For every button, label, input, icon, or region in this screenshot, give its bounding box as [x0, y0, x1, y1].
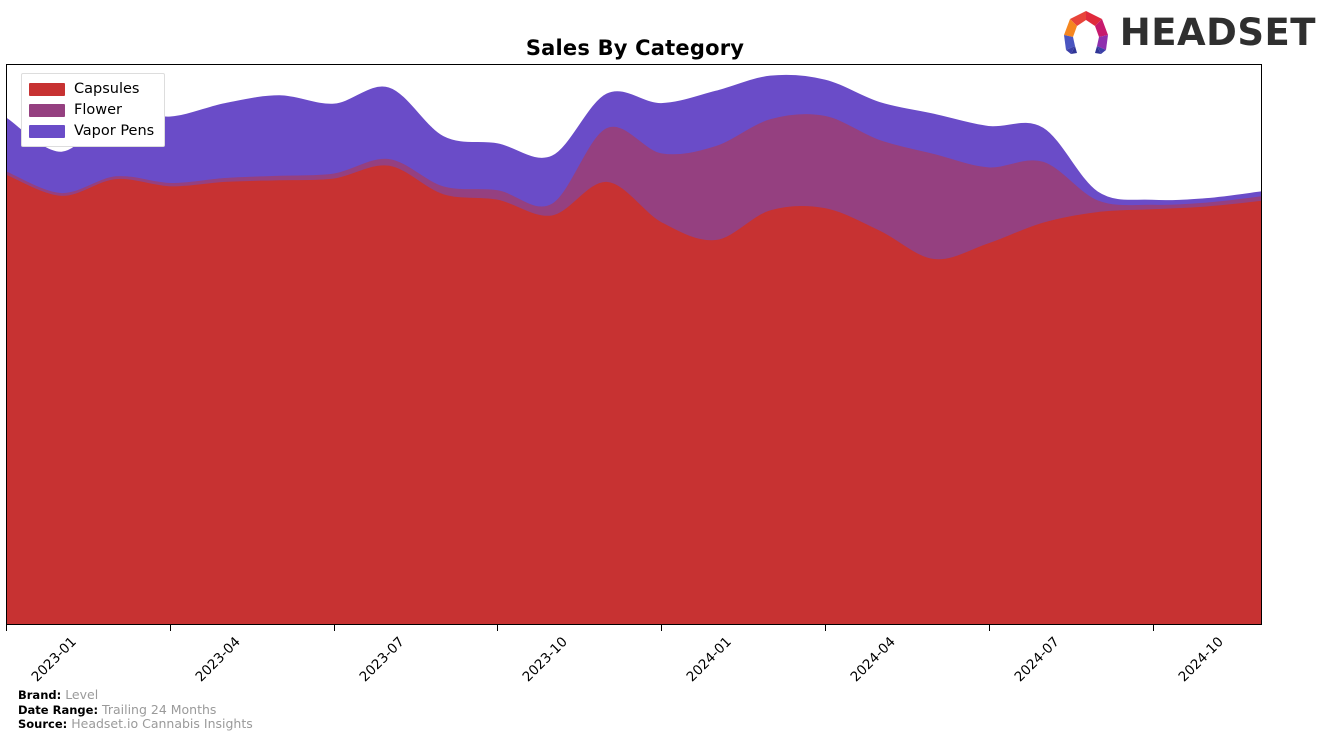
x-axis-tick-label: 2024-10	[1175, 634, 1227, 686]
x-axis-tick	[6, 625, 7, 631]
footnote-row: Brand: Level	[18, 687, 253, 703]
x-axis-tick-label: 2023-10	[519, 634, 572, 686]
legend-label: Vapor Pens	[74, 122, 155, 139]
chart-legend: Capsules Flower Vapor Pens	[21, 73, 166, 147]
chart-footnote: Brand: Level Date Range: Trailing 24 Mont…	[18, 687, 253, 732]
x-axis-tick	[169, 625, 171, 631]
legend-swatch-capsules	[29, 82, 65, 96]
footnote-key: Brand:	[18, 688, 62, 702]
footnote-key: Date Range:	[18, 702, 99, 717]
headset-logo-mark	[1063, 11, 1108, 54]
legend-label: Flower	[74, 101, 122, 118]
x-axis-tick-label: 2024-04	[847, 634, 899, 686]
x-axis-tick	[497, 625, 499, 631]
x-axis-tick-label: 2023-07	[356, 634, 408, 686]
x-axis-tick	[661, 625, 663, 631]
x-axis-tick	[825, 625, 827, 631]
footnote-value: Level	[61, 687, 99, 702]
legend-item[interactable]: Vapor Pens	[29, 122, 154, 140]
area-series-capsules	[7, 165, 1261, 624]
stacked-area-chart	[7, 74, 1261, 624]
x-axis-tick-label: 2023-04	[192, 634, 244, 686]
x-axis-tick	[333, 625, 335, 631]
x-axis-tick	[988, 625, 990, 631]
footnote-row: Source: Headset.io Cannabis Insights	[18, 716, 253, 732]
legend-swatch-vapor-pens	[29, 124, 65, 138]
brand-wordmark: HEADSET	[1119, 10, 1316, 54]
footnote-row: Date Range: Trailing 24 Months	[18, 701, 253, 718]
brand-logo: HEADSET	[1060, 8, 1316, 56]
x-axis-tick-label: 2023-01	[28, 634, 80, 686]
legend-label: Capsules	[74, 80, 140, 97]
x-axis-tick	[1152, 625, 1154, 631]
x-axis-tick-label: 2024-07	[1011, 634, 1063, 686]
chart-page: Sales By Category HEADSET Capsules Flower…	[0, 0, 1324, 742]
plot-area: Capsules Flower Vapor Pens	[6, 64, 1262, 625]
footnote-value: Trailing 24 Months	[98, 701, 217, 717]
footnote-value: Headset.io Cannabis Insights	[67, 716, 253, 732]
footnote-key: Source:	[18, 717, 68, 732]
legend-swatch-flower	[29, 103, 65, 117]
x-axis: 2023-01 2023-04 2023-07 2023-10 2024-01 2024-…	[6, 625, 1262, 695]
legend-item[interactable]: Capsules	[29, 80, 154, 98]
legend-item[interactable]: Flower	[29, 101, 154, 119]
x-axis-tick-label: 2024-01	[683, 634, 736, 686]
